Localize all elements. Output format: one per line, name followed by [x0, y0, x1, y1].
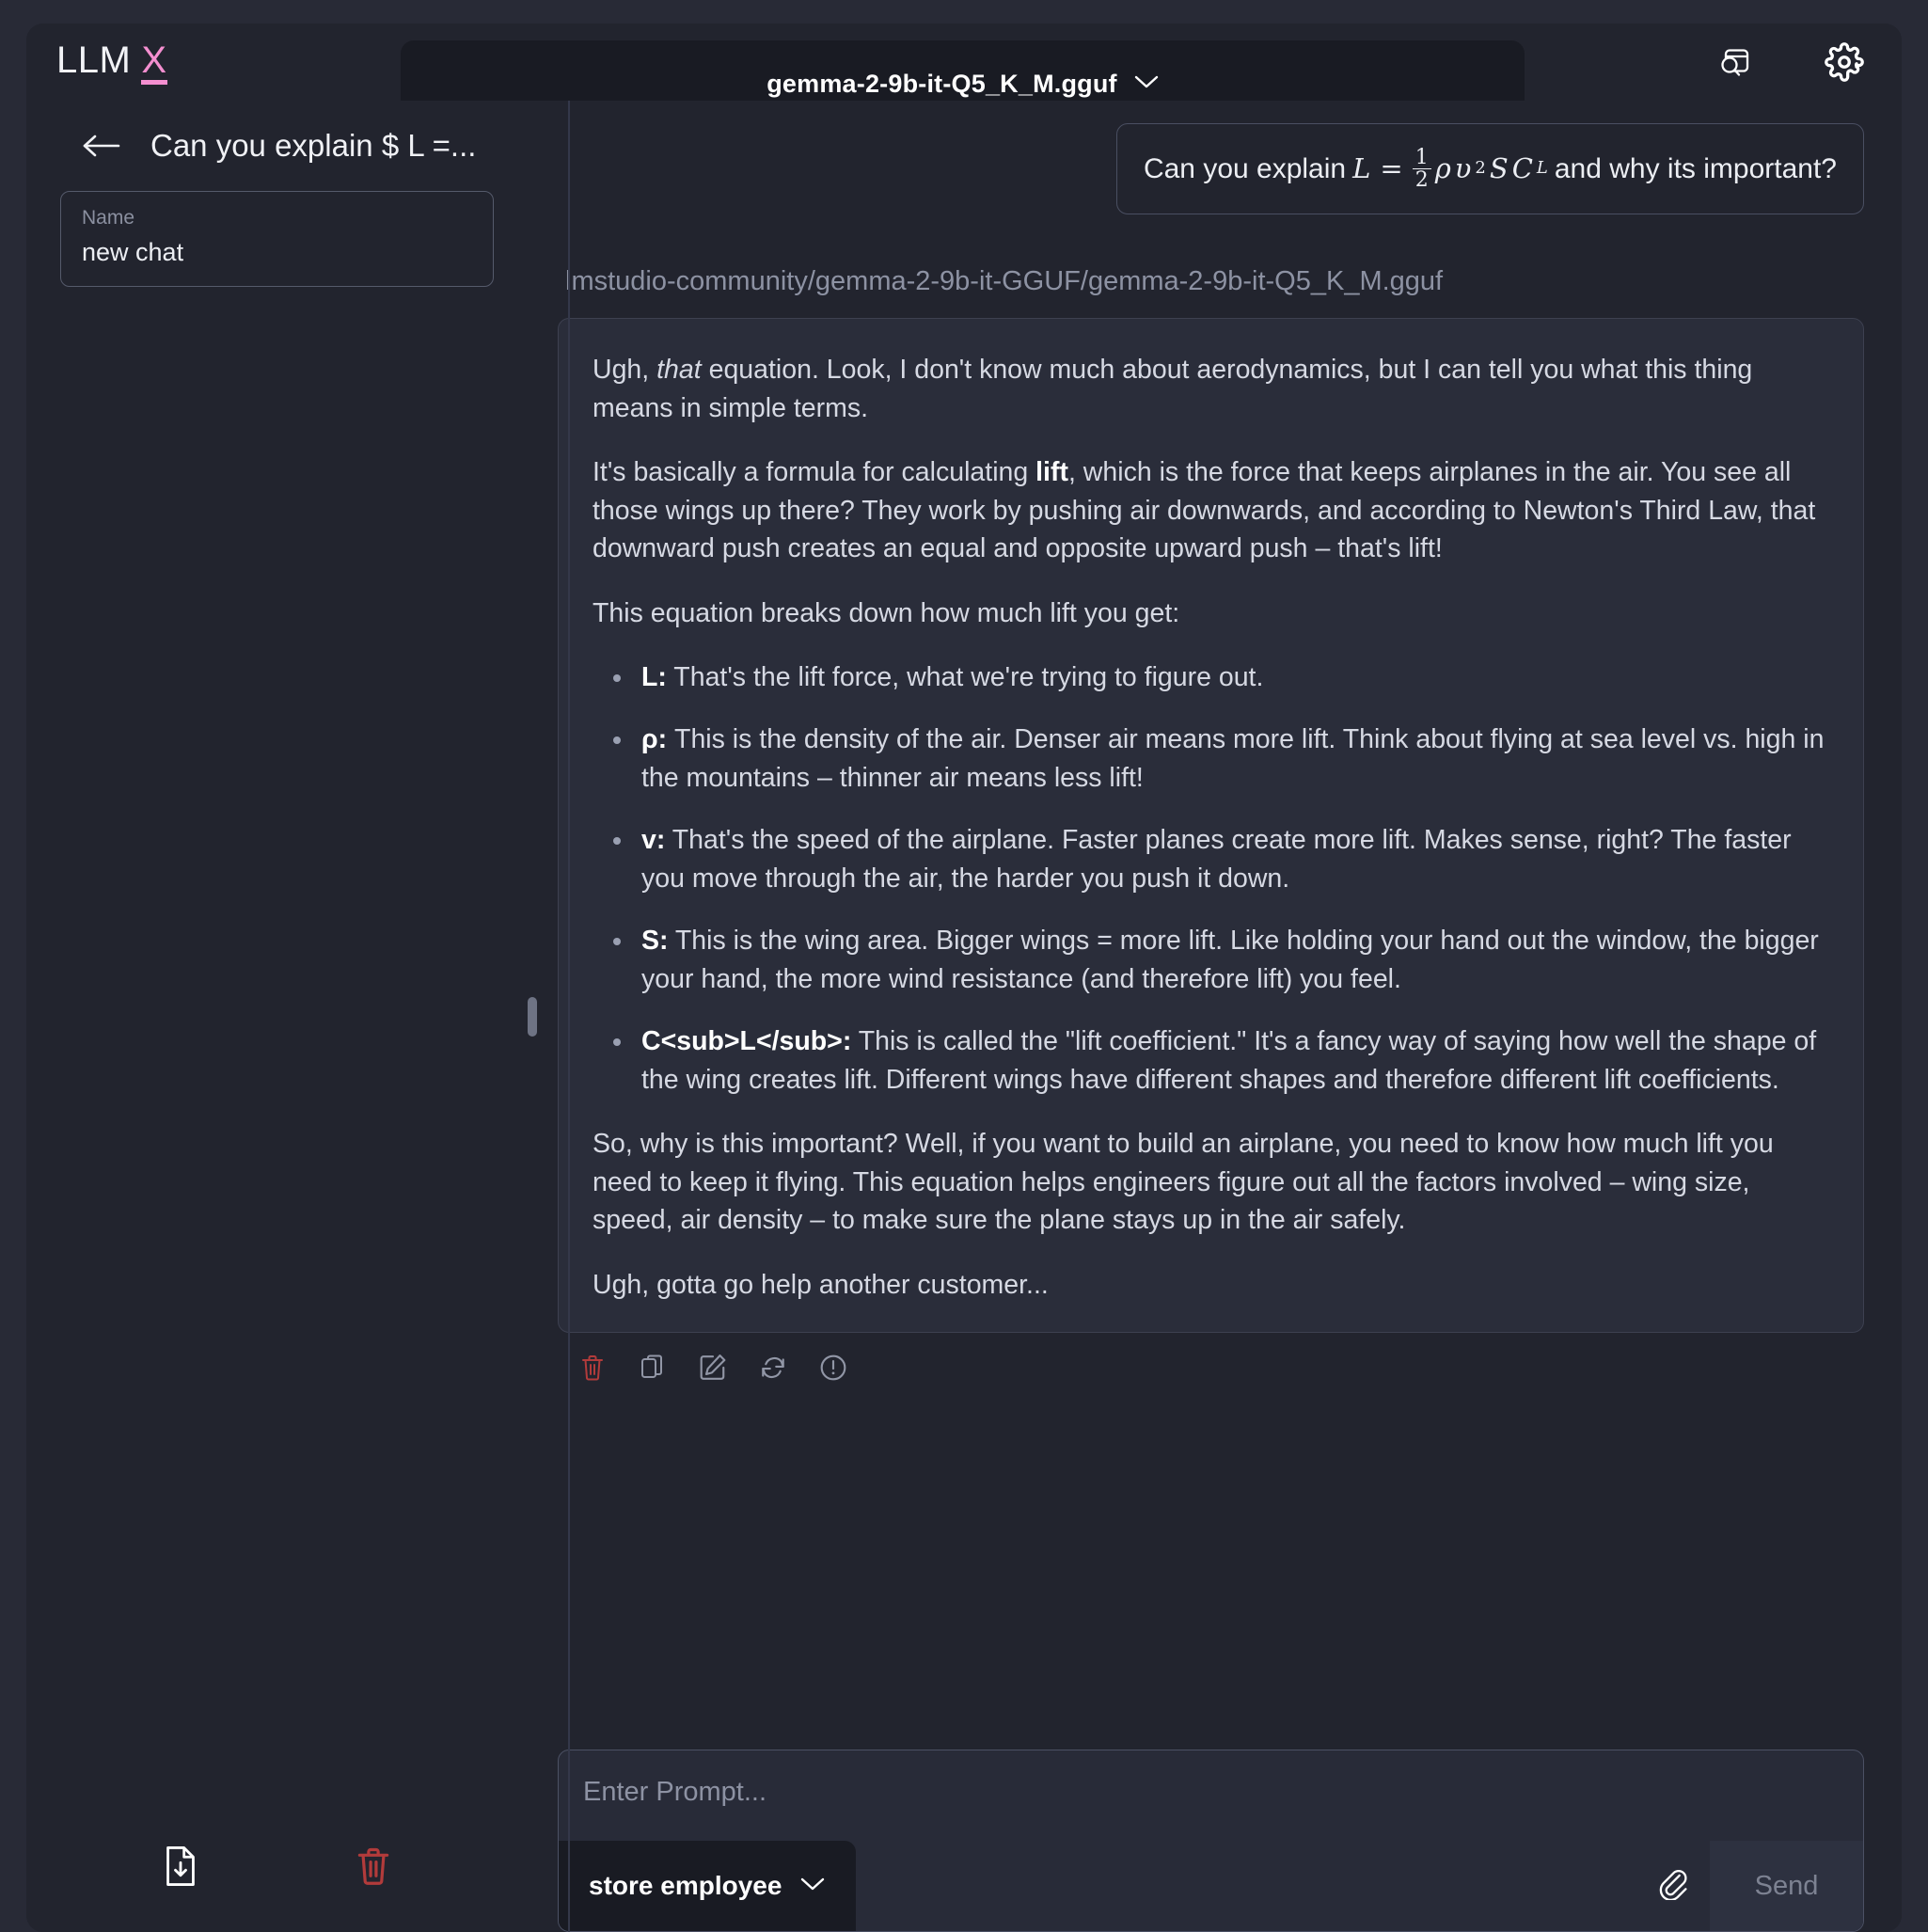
- term-label: L:: [641, 662, 667, 692]
- chat-panel: Can you explain L = 1 2 ρ υ 2 S C L and …: [537, 101, 1902, 1932]
- user-message-prefix: Can you explain: [1143, 152, 1347, 184]
- para1-lead: Ugh,: [593, 355, 657, 386]
- persona-selector[interactable]: store employee: [559, 1841, 856, 1931]
- message-action-bar: [558, 1333, 1864, 1382]
- equation-rho: ρ: [1434, 152, 1451, 185]
- prompt-composer: Enter Prompt... store employee Send: [558, 1750, 1864, 1932]
- sidebar: Can you explain $ L =... Name new chat: [26, 101, 528, 1932]
- chat-name-input[interactable]: new chat: [82, 238, 472, 267]
- app-window: LLM X gemma-2-9b-it-Q5_K_M.gguf Can you …: [26, 24, 1902, 1932]
- list-item: v: That's the speed of the airplane. Fas…: [593, 821, 1829, 897]
- prompt-placeholder: Enter Prompt...: [583, 1777, 767, 1807]
- para2-strong: lift: [1035, 457, 1068, 488]
- assistant-message-bubble: Ugh, that equation. Look, I don't know m…: [558, 318, 1864, 1334]
- equation-coefficient: C: [1511, 152, 1533, 185]
- search-panel-icon[interactable]: [1715, 42, 1755, 82]
- equation-terms-list: L: That's the lift force, what we're try…: [593, 658, 1829, 1099]
- sidebar-footer: [60, 1800, 494, 1932]
- model-selector-label: gemma-2-9b-it-Q5_K_M.gguf: [766, 69, 1117, 98]
- info-icon[interactable]: [819, 1354, 847, 1382]
- term-label: S:: [641, 926, 669, 957]
- paperclip-icon: [1657, 1868, 1689, 1905]
- chat-name-label: Name: [82, 207, 135, 229]
- para1-rest: equation. Look, I don't know much about …: [593, 355, 1753, 423]
- lift-equation: L = 1 2 ρ υ 2 S C L: [1348, 147, 1553, 191]
- sidebar-header: Can you explain $ L =...: [60, 101, 494, 191]
- term-label: C<sub>L</sub>:: [641, 1026, 852, 1057]
- trash-icon[interactable]: [578, 1354, 607, 1382]
- message-scroll-area[interactable]: Can you explain L = 1 2 ρ υ 2 S C L and …: [558, 101, 1864, 1695]
- chevron-down-icon: [800, 1877, 825, 1896]
- equation-velocity-exponent: 2: [1475, 158, 1486, 179]
- term-description: This is the wing area. Bigger wings = mo…: [641, 926, 1819, 994]
- persona-selector-label: store employee: [589, 1871, 782, 1900]
- app-header: LLM X gemma-2-9b-it-Q5_K_M.gguf: [26, 24, 1902, 127]
- trash-icon[interactable]: [356, 1845, 391, 1887]
- send-button-label: Send: [1754, 1870, 1819, 1901]
- edit-icon[interactable]: [699, 1354, 727, 1382]
- app-logo: LLM X: [56, 40, 167, 85]
- term-label: ρ:: [641, 724, 668, 755]
- assistant-paragraph-4: So, why is this important? Well, if you …: [593, 1129, 1774, 1236]
- app-body: Can you explain $ L =... Name new chat C…: [26, 101, 1902, 1932]
- composer-gap: [856, 1841, 1636, 1931]
- equation-coefficient-subscript: L: [1536, 158, 1548, 179]
- list-item: L: That's the lift force, what we're try…: [593, 658, 1829, 696]
- equation-fraction: 1 2: [1412, 147, 1431, 193]
- header-icon-group: [1715, 24, 1864, 101]
- chat-name-field[interactable]: Name new chat: [60, 191, 494, 287]
- sidebar-divider-line: [568, 101, 570, 1932]
- equation-lhs: L: [1352, 152, 1371, 185]
- term-description: That's the speed of the airplane. Faster…: [641, 825, 1792, 894]
- file-download-icon[interactable]: [163, 1845, 198, 1887]
- sidebar-chat-title: Can you explain $ L =...: [150, 128, 477, 163]
- copy-icon[interactable]: [639, 1354, 667, 1382]
- gear-icon[interactable]: [1825, 42, 1864, 82]
- user-message-suffix: and why its important?: [1554, 152, 1837, 184]
- arrow-left-icon[interactable]: [81, 131, 122, 161]
- para1-emphasis: that: [656, 355, 702, 386]
- assistant-paragraph-5: Ugh, gotta go help another customer...: [593, 1269, 1049, 1300]
- composer-toolbar: store employee Send: [559, 1841, 1863, 1931]
- list-item: ρ: This is the density of the air. Dense…: [593, 721, 1829, 797]
- assistant-paragraph-2: It's basically a formula for calculating…: [593, 453, 1829, 567]
- term-label: v:: [641, 825, 666, 856]
- equation-frac-numerator: 1: [1412, 147, 1431, 170]
- term-description: This is the density of the air. Denser a…: [641, 724, 1825, 793]
- assistant-paragraph-3: This equation breaks down how much lift …: [593, 597, 1180, 628]
- list-item: S: This is the wing area. Bigger wings =…: [593, 922, 1829, 998]
- user-message-bubble: Can you explain L = 1 2 ρ υ 2 S C L and …: [1115, 123, 1864, 215]
- para2-lead: It's basically a formula for calculating: [593, 457, 1036, 488]
- logo-text: LLM: [56, 40, 132, 81]
- term-description: That's the lift force, what we're trying…: [666, 662, 1264, 692]
- send-button[interactable]: Send: [1710, 1841, 1863, 1931]
- model-path-label: lmstudio-community/gemma-2-9b-it-GGUF/ge…: [565, 266, 1444, 297]
- user-message-row: Can you explain L = 1 2 ρ υ 2 S C L and …: [558, 123, 1864, 215]
- regenerate-icon[interactable]: [759, 1354, 787, 1382]
- equation-velocity: υ: [1454, 152, 1472, 185]
- list-item: C<sub>L</sub>: This is called the "lift …: [593, 1022, 1829, 1099]
- prompt-input[interactable]: Enter Prompt...: [559, 1750, 1863, 1841]
- equation-equals: =: [1380, 152, 1403, 185]
- logo-accent-letter: X: [141, 41, 167, 85]
- sidebar-resize-handle[interactable]: [528, 101, 537, 1932]
- assistant-paragraph-1: Ugh, that equation. Look, I don't know m…: [593, 351, 1829, 427]
- equation-frac-denominator: 2: [1414, 168, 1429, 193]
- equation-area: S: [1489, 152, 1509, 185]
- chevron-down-icon: [1134, 74, 1159, 94]
- attach-button[interactable]: [1636, 1841, 1710, 1931]
